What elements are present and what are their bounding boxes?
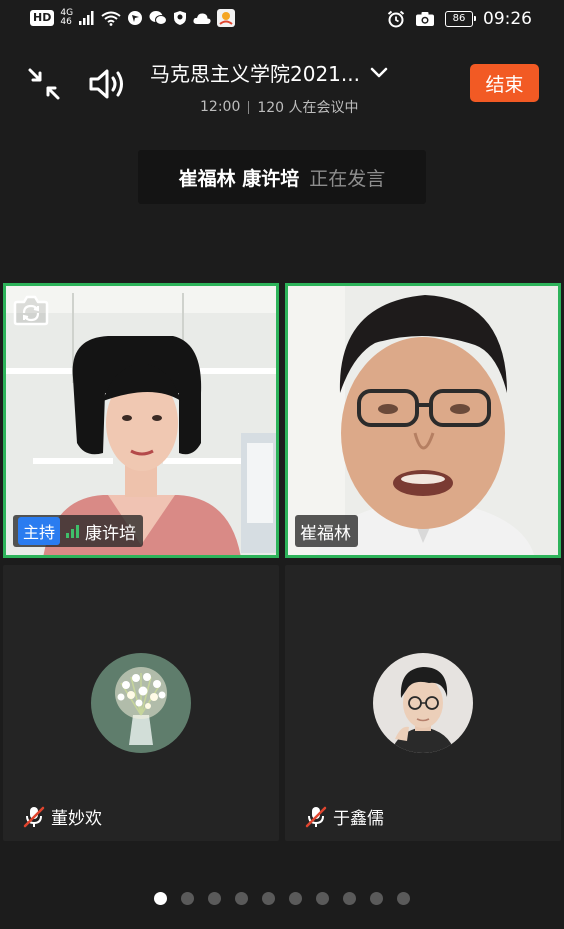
meeting-time: 12:00 <box>200 99 241 115</box>
switch-camera-icon <box>13 295 49 326</box>
host-badge: 主持 <box>18 517 61 545</box>
meeting-title: 马克思主义学院2021... <box>150 62 360 86</box>
participant-name: 于鑫儒 <box>333 809 384 829</box>
page-dot[interactable] <box>289 892 302 905</box>
signal-strength-icon <box>66 524 80 538</box>
speaker-names: 崔福林 康许培 <box>178 167 300 190</box>
status-left: HD 4G 46 <box>30 9 236 27</box>
meeting-header: 马克思主义学院2021... 12:00 120 人在会议中 结束 <box>0 52 564 118</box>
flower-bouquet-avatar <box>91 653 191 753</box>
page-dot[interactable] <box>316 892 329 905</box>
participant-label: 崔福林 <box>295 515 358 547</box>
chevron-down-icon[interactable] <box>370 67 388 79</box>
page-dot[interactable] <box>370 892 383 905</box>
hd-indicator: HD <box>30 10 55 26</box>
shield-icon <box>174 11 187 25</box>
signal-icon <box>79 11 94 25</box>
network-indicator: 4G 46 <box>60 9 73 27</box>
minimize-button[interactable] <box>24 64 64 104</box>
meeting-title-row[interactable]: 马克思主义学院2021... <box>150 58 420 87</box>
participant-name-row: 董妙欢 <box>23 804 102 829</box>
participant-name: 康许培 <box>85 523 137 544</box>
page-dot[interactable] <box>208 892 221 905</box>
camera-icon <box>416 12 434 26</box>
end-meeting-button[interactable]: 结束 <box>470 64 539 102</box>
participant-name-row: 于鑫儒 <box>305 804 384 829</box>
wifi-icon <box>101 11 121 26</box>
speaker-icon <box>89 69 123 99</box>
participant-name: 董妙欢 <box>51 809 102 829</box>
page-dot[interactable] <box>397 892 410 905</box>
alarm-icon <box>387 10 405 28</box>
participant-count: 120 人在会议中 <box>257 100 359 116</box>
mic-muted-icon <box>305 806 327 827</box>
battery-level: 86 <box>452 13 466 24</box>
page-dot[interactable] <box>262 892 275 905</box>
speaking-status: 正在发言 <box>309 167 386 190</box>
cloud-icon <box>193 12 211 24</box>
mic-muted-icon <box>23 806 45 827</box>
video-tile-speaker[interactable]: 崔福林 <box>285 283 561 558</box>
status-bar: HD 4G 46 86 09:26 <box>0 0 564 40</box>
app-notification-icon <box>217 9 236 27</box>
speaker-button[interactable] <box>86 64 128 104</box>
clock: 09:26 <box>483 9 532 29</box>
avatar <box>373 653 473 753</box>
participant-name: 崔福林 <box>300 523 351 544</box>
meeting-info[interactable]: 马克思主义学院2021... 12:00 120 人在会议中 <box>150 58 420 117</box>
page-dot[interactable] <box>181 892 194 905</box>
participant-label: 主持 康许培 <box>13 515 144 547</box>
page-indicator[interactable] <box>0 892 564 905</box>
participant-tile[interactable]: 董妙欢 <box>3 565 279 841</box>
speaking-banner: 崔福林 康许培 正在发言 <box>138 150 426 204</box>
video-tile-host[interactable]: 主持 康许培 <box>3 283 279 558</box>
page-dot[interactable] <box>154 892 167 905</box>
divider <box>248 100 250 114</box>
page-dot[interactable] <box>343 892 356 905</box>
page-dot[interactable] <box>235 892 248 905</box>
participant-tile[interactable]: 于鑫儒 <box>285 565 561 841</box>
status-right: 86 09:26 <box>387 9 532 29</box>
network-sub: 46 <box>60 17 72 27</box>
meeting-subtitle: 12:00 120 人在会议中 <box>200 97 420 117</box>
wechat-icon <box>149 11 168 25</box>
avatar <box>91 653 191 753</box>
switch-camera-button[interactable] <box>13 293 49 327</box>
man-with-glasses-avatar <box>373 653 473 753</box>
minimize-icon <box>28 68 60 100</box>
location-app-icon <box>128 11 143 25</box>
battery-indicator: 86 <box>445 11 476 27</box>
